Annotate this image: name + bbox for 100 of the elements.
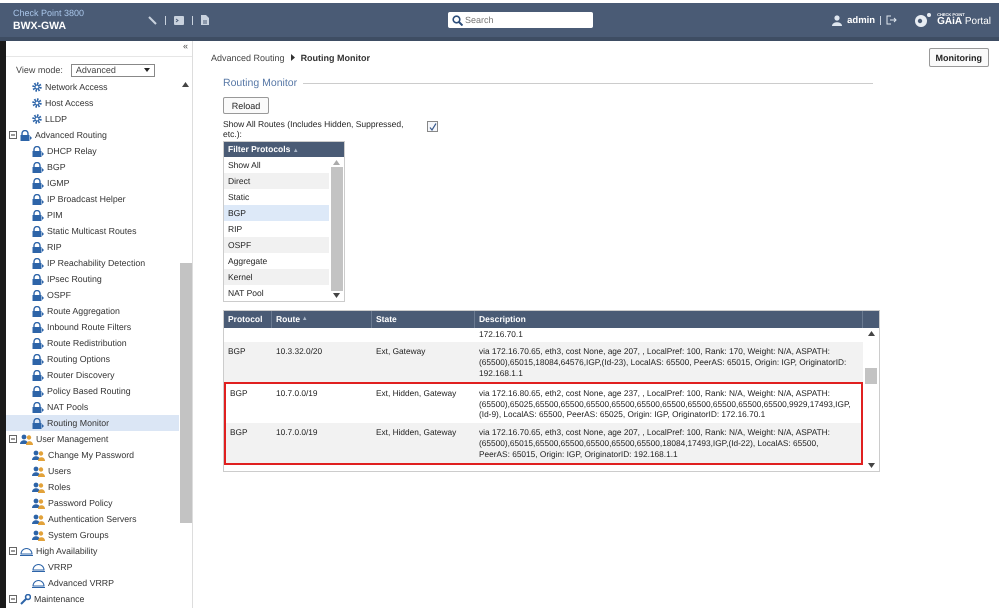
sidebar-item[interactable]: Users [6, 463, 179, 479]
lock-icon [32, 178, 44, 188]
sidebar-item[interactable]: System Groups [6, 527, 179, 543]
chevron-icon [290, 54, 295, 61]
table-cell: Ext, Hidden, Gateway [376, 427, 456, 438]
sidebar-item[interactable]: Static Multicast Routes [6, 223, 179, 239]
lock-icon [32, 210, 44, 220]
sidebar-item[interactable]: Roles [6, 479, 179, 495]
sidebar-item[interactable]: Policy Based Routing [6, 383, 179, 399]
sidebar-group[interactable]: User Management [6, 431, 179, 447]
monitoring-button[interactable]: Monitoring [928, 48, 989, 67]
reload-button[interactable]: Reload [223, 97, 269, 114]
breadcrumb-item[interactable]: Advanced Routing [211, 52, 285, 62]
sidebar-item[interactable]: IP Broadcast Helper [6, 191, 179, 207]
sidebar-group[interactable]: Advanced Routing [6, 127, 179, 143]
sidebar-item[interactable]: NAT Pools [6, 399, 179, 415]
lock-icon [32, 162, 44, 172]
section-title: Routing Monitor [223, 77, 298, 89]
table-cell: Ext, Hidden, Gateway [376, 388, 456, 398]
table-cell: 172.16.70.1 [479, 328, 523, 339]
collapse-toggle-icon[interactable] [9, 435, 17, 443]
sidebar-item[interactable]: OSPF [6, 287, 179, 303]
table-row[interactable] [224, 342, 863, 382]
search-icon [452, 15, 463, 26]
lock-icon [32, 146, 44, 156]
product-name: Check Point 3800 [13, 8, 86, 18]
lock-icon [32, 418, 44, 428]
sidebar-item[interactable]: PIM [6, 207, 179, 223]
scroll-thumb[interactable] [180, 263, 192, 523]
scroll-down-icon[interactable] [868, 462, 874, 468]
logout-icon[interactable] [886, 15, 898, 25]
sidebar-item[interactable]: DHCP Relay [6, 143, 179, 159]
scroll-thumb[interactable] [330, 166, 342, 291]
cloud-icon [32, 578, 45, 588]
table-row[interactable] [224, 382, 863, 424]
users-icon [20, 434, 33, 444]
sidebar-item[interactable]: Authentication Servers [6, 511, 179, 527]
filter-option[interactable]: Kernel [224, 268, 329, 285]
sidebar-item[interactable]: IGMP [6, 175, 179, 191]
table-row[interactable] [224, 423, 863, 464]
sidebar-item[interactable]: VRRP [6, 559, 179, 575]
view-mode-label: View mode: [16, 65, 63, 75]
show-all-checkbox[interactable] [427, 121, 438, 132]
lock-icon [32, 274, 44, 284]
sidebar-item[interactable]: RIP [6, 239, 179, 255]
users-icon [32, 498, 45, 508]
sidebar-item[interactable]: Inbound Route Filters [6, 319, 179, 335]
scrollbar[interactable] [863, 328, 879, 470]
users-icon [32, 466, 45, 476]
user-icon [832, 14, 842, 26]
table-row[interactable]: 172.16.70.1 [224, 328, 863, 342]
filter-option[interactable]: Aggregate [224, 252, 329, 269]
sidebar-item[interactable]: Network Access [6, 79, 179, 95]
filter-option[interactable]: OSPF [224, 236, 329, 253]
lock-icon [20, 130, 32, 140]
sidebar-group[interactable]: High Availability [6, 543, 179, 559]
sidebar-item[interactable]: Routing Options [6, 351, 179, 367]
sidebar-item[interactable]: Advanced VRRP [6, 575, 179, 591]
lock-icon [32, 242, 44, 252]
username[interactable]: admin [847, 14, 876, 26]
lock-icon [32, 194, 44, 204]
collapse-toggle-icon[interactable] [9, 595, 17, 603]
document-icon[interactable] [201, 15, 209, 25]
collapse-toggle-icon[interactable] [9, 547, 17, 555]
lock-icon [32, 322, 44, 332]
caret-icon [144, 68, 150, 72]
sidebar-item[interactable]: Route Redistribution [6, 335, 179, 351]
sidebar-item[interactable]: IP Reachability Detection [6, 255, 179, 271]
collapse-button[interactable]: « [182, 41, 188, 56]
sidebar-item[interactable]: BGP [6, 159, 179, 175]
sidebar-item[interactable]: Password Policy [6, 495, 179, 511]
collapse-toggle-icon[interactable] [9, 131, 17, 139]
sidebar-item[interactable]: Host Access [6, 95, 179, 111]
filter-option[interactable]: BGP [224, 204, 329, 221]
scroll-thumb[interactable] [865, 368, 877, 384]
filter-option[interactable]: Direct [224, 172, 329, 189]
sidebar-item[interactable]: IPsec Routing [6, 271, 179, 287]
table-cell: 10.3.32.0/20 [276, 346, 322, 356]
terminal-icon[interactable] [174, 16, 184, 24]
sidebar-item[interactable]: Router Discovery [6, 367, 179, 383]
view-mode-dropdown[interactable]: Advanced [70, 64, 155, 76]
sidebar-item[interactable]: Change My Password [6, 447, 179, 463]
users-icon [32, 514, 45, 524]
show-all-label: Show All Routes (Includes Hidden, Suppressed, etc.): [223, 120, 404, 140]
table-cell: BGP [228, 346, 246, 356]
table-cell: 10.7.0.0/19 [276, 388, 318, 398]
sidebar-item[interactable]: Routing Monitor [6, 415, 179, 431]
sidebar-item[interactable]: LLDP [6, 111, 179, 127]
logo-icon [914, 12, 932, 28]
lock-icon [32, 290, 44, 300]
sidebar-group[interactable]: Maintenance [6, 591, 179, 607]
scroll-up-icon[interactable] [868, 330, 874, 336]
hostname: BWX-GWA [13, 20, 68, 32]
sidebar-item[interactable]: Route Aggregation [6, 303, 179, 319]
pencil-icon[interactable] [148, 16, 157, 24]
search-field[interactable]: Search [448, 12, 593, 28]
wrench-icon [20, 594, 31, 604]
scroll-up-icon[interactable] [182, 82, 189, 87]
users-icon [32, 450, 45, 460]
table-cell: Ext, Gateway [376, 346, 426, 356]
